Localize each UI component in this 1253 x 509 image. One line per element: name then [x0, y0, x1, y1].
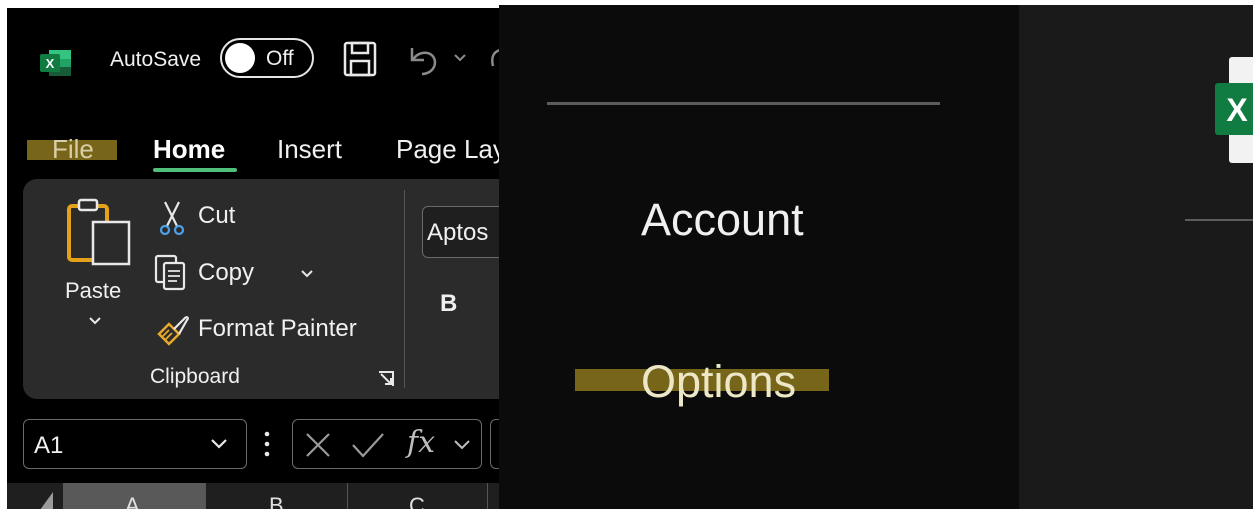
dialog-launcher-icon[interactable] [377, 370, 395, 388]
active-tab-indicator [153, 168, 237, 172]
paste-dropdown-icon[interactable] [87, 315, 103, 327]
excel-logo-icon: X [1215, 57, 1253, 163]
undo-icon[interactable] [404, 40, 440, 78]
excel-ribbon-panel: X AutoSave Off File Home Insert Page Lay… [7, 8, 499, 509]
scissors-icon[interactable] [157, 200, 187, 236]
svg-text:X: X [1226, 92, 1248, 128]
chevron-down-icon[interactable] [210, 438, 228, 450]
paste-button-label[interactable]: Paste [65, 278, 121, 304]
bold-button[interactable]: B [440, 290, 457, 318]
tab-insert[interactable]: Insert [277, 133, 342, 165]
column-header-b[interactable]: B [269, 493, 284, 509]
autosave-label: AutoSave [110, 48, 202, 71]
menu-item-options[interactable]: Options [641, 355, 796, 409]
column-separator [347, 483, 348, 509]
font-name-value: Aptos [427, 219, 489, 246]
format-painter-button[interactable]: Format Painter [198, 315, 357, 343]
copy-dropdown-icon[interactable] [300, 269, 314, 279]
copy-icon[interactable] [153, 253, 189, 291]
column-header-c[interactable]: C [409, 493, 425, 509]
more-options-icon[interactable] [264, 429, 270, 459]
backstage-menu-panel: Account Options [499, 5, 1019, 509]
cut-button[interactable]: Cut [198, 202, 235, 230]
formula-input[interactable] [490, 419, 499, 469]
tab-file[interactable]: File [52, 133, 94, 165]
menu-divider [547, 102, 940, 105]
name-box-value: A1 [34, 432, 64, 459]
check-icon[interactable] [351, 431, 385, 459]
cancel-icon[interactable] [304, 431, 332, 459]
autosave-state: Off [266, 47, 294, 70]
paste-icon[interactable] [65, 196, 135, 268]
tab-home[interactable]: Home [153, 133, 225, 165]
clipboard-group-label: Clipboard [150, 365, 240, 388]
copy-button[interactable]: Copy [198, 259, 254, 287]
content-divider [1185, 219, 1253, 221]
toggle-knob [225, 43, 255, 73]
tab-page-layout[interactable]: Page Lay [396, 133, 499, 165]
autosave-toggle[interactable]: Off [220, 38, 314, 78]
chevron-down-icon[interactable] [453, 52, 467, 64]
fx-icon[interactable]: fx [407, 426, 435, 460]
ribbon-group-divider [404, 190, 405, 388]
paintbrush-icon[interactable] [155, 312, 191, 348]
save-icon[interactable] [342, 40, 378, 78]
svg-text:X: X [46, 56, 55, 71]
chevron-down-icon[interactable] [453, 439, 471, 451]
excel-logo-icon: X [40, 50, 71, 76]
redo-icon[interactable] [487, 40, 499, 78]
menu-item-account[interactable]: Account [641, 193, 804, 247]
column-separator [487, 483, 488, 509]
backstage-content-panel: X [1019, 5, 1253, 509]
column-separator [205, 483, 206, 509]
column-header-a[interactable]: A [125, 493, 140, 509]
select-all-corner[interactable] [35, 488, 55, 509]
